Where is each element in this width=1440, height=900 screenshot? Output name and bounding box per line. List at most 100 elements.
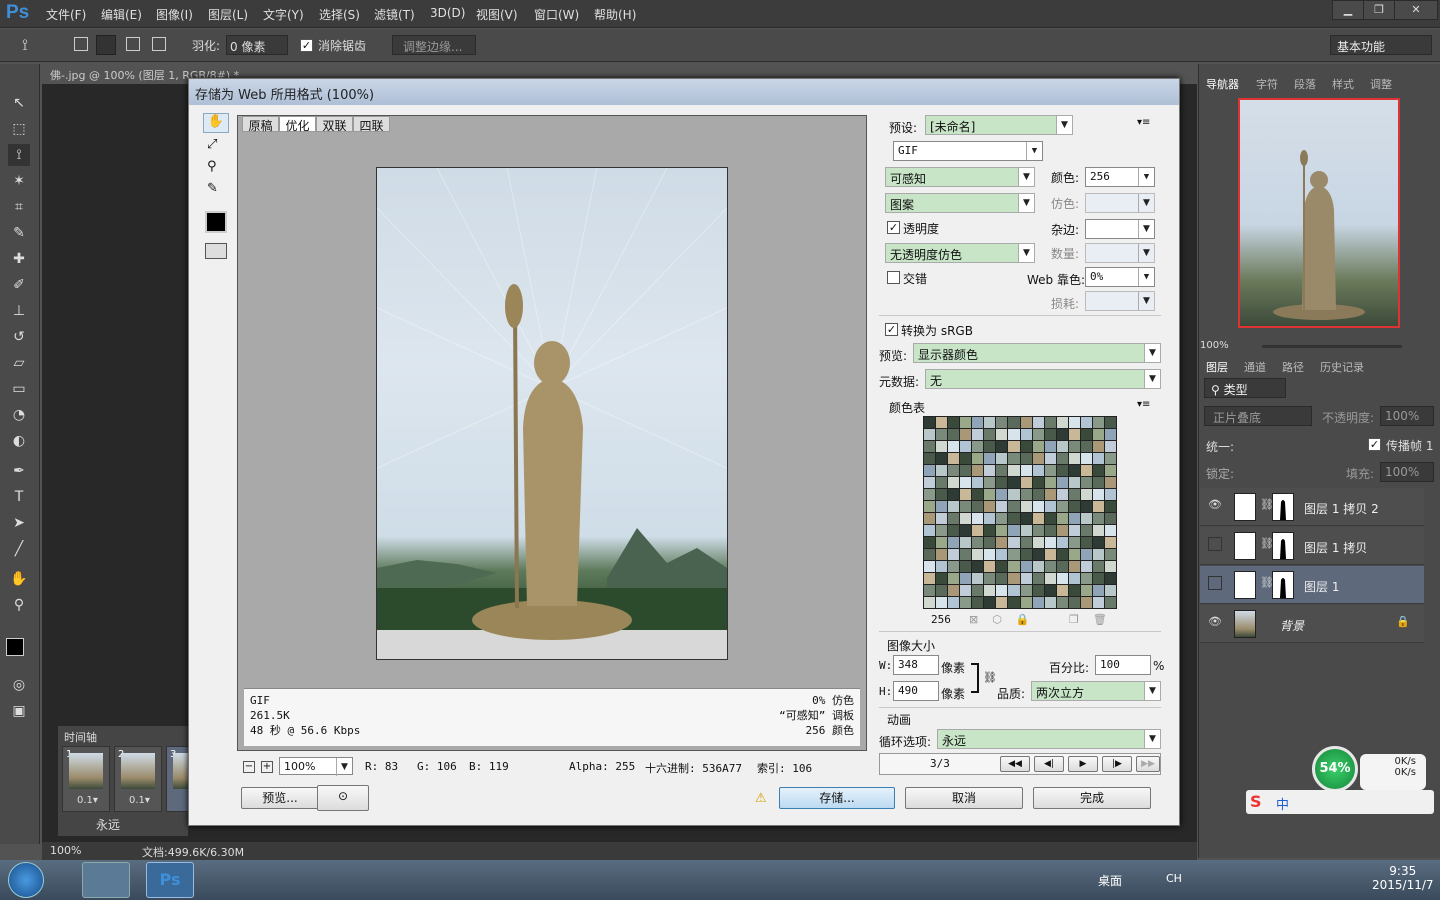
palette-swatch[interactable] bbox=[1080, 489, 1092, 500]
photoshop-taskbar-icon[interactable]: Ps bbox=[146, 862, 194, 898]
play-button[interactable]: ▶ bbox=[1068, 756, 1098, 772]
panel-tab[interactable]: 段落 bbox=[1294, 76, 1316, 92]
blend-mode-select[interactable]: 正片叠底 bbox=[1204, 406, 1312, 426]
color-table-actions[interactable]: ❐🗑 bbox=[1069, 613, 1121, 626]
palette-swatch[interactable] bbox=[1032, 453, 1044, 464]
next-frame-button[interactable]: |▶ bbox=[1102, 756, 1132, 772]
palette-swatch[interactable] bbox=[924, 477, 936, 488]
palette-swatch[interactable] bbox=[1008, 489, 1020, 500]
amount-select[interactable]: ▼ bbox=[1085, 243, 1155, 263]
palette-swatch[interactable] bbox=[1032, 549, 1044, 560]
metadata-select[interactable]: 无 ▼ bbox=[925, 369, 1161, 389]
palette-swatch[interactable] bbox=[1008, 525, 1020, 536]
palette-swatch[interactable] bbox=[1104, 429, 1116, 440]
palette-swatch[interactable] bbox=[984, 429, 996, 440]
lasso-icon[interactable]: ⟟ bbox=[22, 35, 28, 55]
palette-swatch[interactable] bbox=[1080, 561, 1092, 572]
palette-swatch[interactable] bbox=[1056, 549, 1068, 560]
palette-swatch[interactable] bbox=[1044, 465, 1056, 476]
palette-swatch[interactable] bbox=[1068, 429, 1080, 440]
convert-srgb-checkbox[interactable]: ✓ bbox=[885, 323, 898, 336]
palette-swatch[interactable] bbox=[1080, 573, 1092, 584]
timeline-loop[interactable]: 永远 bbox=[96, 816, 120, 833]
palette-swatch[interactable] bbox=[1044, 477, 1056, 488]
palette-swatch[interactable] bbox=[984, 537, 996, 548]
layer-row[interactable]: ⛓ 图层 1 拷贝 bbox=[1200, 527, 1424, 565]
palette-swatch[interactable] bbox=[996, 477, 1008, 488]
start-button[interactable] bbox=[8, 862, 44, 898]
navigator-thumbnail[interactable] bbox=[1238, 98, 1400, 328]
palette-swatch[interactable] bbox=[924, 561, 936, 572]
palette-swatch[interactable] bbox=[984, 501, 996, 512]
menu-item[interactable]: 选择(S) bbox=[319, 6, 360, 23]
palette-swatch[interactable] bbox=[972, 453, 984, 464]
palette-swatch[interactable] bbox=[1092, 537, 1104, 548]
palette-swatch[interactable] bbox=[1092, 501, 1104, 512]
palette-swatch[interactable] bbox=[1044, 597, 1056, 608]
palette-swatch[interactable] bbox=[996, 453, 1008, 464]
palette-swatch[interactable] bbox=[948, 585, 960, 596]
zoom-select[interactable]: 100% ▼ bbox=[279, 757, 353, 776]
palette-swatch[interactable] bbox=[924, 525, 936, 536]
preview-select[interactable]: 显示器颜色 ▼ bbox=[913, 343, 1161, 363]
dither-algorithm-select[interactable]: 图案 ▼ bbox=[885, 193, 1035, 213]
palette-swatch[interactable] bbox=[1056, 585, 1068, 596]
color-table[interactable] bbox=[923, 416, 1117, 609]
palette-swatch[interactable] bbox=[1092, 597, 1104, 608]
color-table-tools[interactable]: ⊠⬡🔒 bbox=[969, 613, 1044, 626]
palette-swatch[interactable] bbox=[1032, 561, 1044, 572]
palette-swatch[interactable] bbox=[1092, 561, 1104, 572]
palette-swatch[interactable] bbox=[924, 597, 936, 608]
palette-swatch[interactable] bbox=[1020, 501, 1032, 512]
layer-row[interactable]: 👁 ⛓ 图层 1 拷贝 2 bbox=[1200, 488, 1424, 526]
dither-select[interactable]: ▼ bbox=[1085, 193, 1155, 213]
palette-swatch[interactable] bbox=[1056, 465, 1068, 476]
palette-swatch[interactable] bbox=[1092, 549, 1104, 560]
quick-mask-icon[interactable]: ◎ bbox=[8, 674, 30, 696]
palette-swatch[interactable] bbox=[984, 525, 996, 536]
palette-swatch[interactable] bbox=[1080, 537, 1092, 548]
layers-panel-tab[interactable]: 通道 bbox=[1244, 359, 1266, 375]
palette-swatch[interactable] bbox=[1032, 417, 1044, 428]
layer-visibility-icon[interactable] bbox=[1208, 537, 1222, 551]
menu-item[interactable]: 文件(F) bbox=[46, 6, 86, 23]
timeline-frame[interactable]: 10.1▾ bbox=[62, 746, 110, 812]
palette-swatch[interactable] bbox=[996, 573, 1008, 584]
palette-swatch[interactable] bbox=[1032, 513, 1044, 524]
hand-tool-icon[interactable]: ✋ bbox=[203, 113, 229, 133]
palette-swatch[interactable] bbox=[936, 429, 948, 440]
palette-swatch[interactable] bbox=[1068, 477, 1080, 488]
palette-swatch[interactable] bbox=[984, 513, 996, 524]
navigator-zoom[interactable]: 100% bbox=[1200, 340, 1229, 351]
path-select-icon[interactable]: ➤ bbox=[8, 512, 30, 534]
palette-swatch[interactable] bbox=[924, 585, 936, 596]
browser-preview-button[interactable]: ⊙ bbox=[317, 785, 369, 811]
palette-swatch[interactable] bbox=[1068, 417, 1080, 428]
layer-visibility-icon[interactable]: 👁 bbox=[1208, 615, 1222, 629]
palette-swatch[interactable] bbox=[1044, 513, 1056, 524]
menu-item[interactable]: 滤镜(T) bbox=[374, 6, 415, 23]
palette-swatch[interactable] bbox=[1104, 501, 1116, 512]
palette-swatch[interactable] bbox=[960, 585, 972, 596]
palette-swatch[interactable] bbox=[972, 585, 984, 596]
palette-swatch[interactable] bbox=[996, 489, 1008, 500]
colors-select[interactable]: 256 ▼ bbox=[1085, 167, 1155, 187]
palette-swatch[interactable] bbox=[948, 513, 960, 524]
palette-swatch[interactable] bbox=[1032, 489, 1044, 500]
palette-swatch[interactable] bbox=[1104, 561, 1116, 572]
palette-swatch[interactable] bbox=[1104, 513, 1116, 524]
palette-swatch[interactable] bbox=[984, 585, 996, 596]
palette-swatch[interactable] bbox=[1104, 465, 1116, 476]
palette-swatch[interactable] bbox=[1056, 513, 1068, 524]
slice-select-icon[interactable]: ⤢ bbox=[207, 137, 217, 152]
magic-wand-tool-icon[interactable]: ✶ bbox=[8, 170, 30, 192]
hand-tool-icon[interactable]: ✋ bbox=[8, 568, 30, 590]
restore-button[interactable]: ❐ bbox=[1363, 0, 1395, 20]
palette-swatch[interactable] bbox=[936, 537, 948, 548]
navigator-zoom-slider[interactable] bbox=[1262, 345, 1402, 348]
layers-panel-tab[interactable]: 路径 bbox=[1282, 359, 1304, 375]
interlaced-checkbox[interactable] bbox=[887, 271, 900, 284]
intersect-selection-icon[interactable] bbox=[152, 37, 166, 51]
palette-swatch[interactable] bbox=[960, 525, 972, 536]
palette-swatch[interactable] bbox=[1032, 573, 1044, 584]
